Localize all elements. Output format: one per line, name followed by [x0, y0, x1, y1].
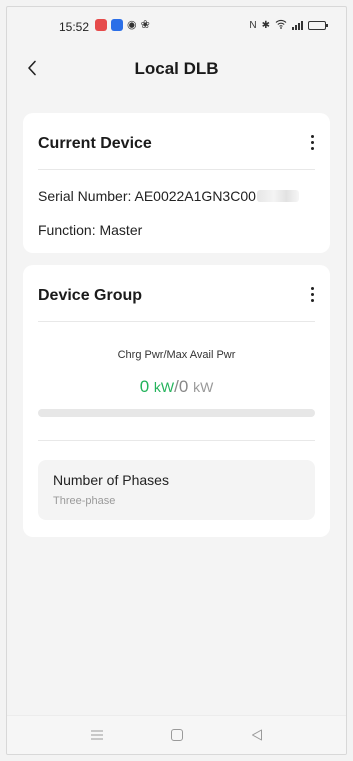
battery-icon: [308, 21, 328, 30]
phases-title: Number of Phases: [53, 472, 169, 488]
wifi-icon: [275, 19, 287, 32]
signal-icon: [292, 21, 303, 30]
more-dot: [310, 134, 314, 138]
charge-power-value: 0: [139, 377, 150, 396]
device-group-title: Device Group: [38, 287, 143, 304]
app-notification-icon: ❀: [140, 19, 150, 31]
serial-number-text: Serial Number: AE0022A1GN3C00: [38, 188, 256, 204]
power-values: 0 kW/0 kW: [23, 377, 330, 397]
home-button[interactable]: [167, 726, 187, 744]
divider: [38, 169, 315, 170]
function-text: Function: Master: [38, 222, 143, 238]
device-group-more-button[interactable]: [304, 283, 320, 305]
power-label: Chrg Pwr/Max Avail Pwr: [117, 349, 236, 361]
power-progress-bar: [38, 409, 315, 417]
status-bar: 15:52 ◉ ❀ N ✱: [7, 7, 346, 47]
more-dot: [310, 298, 314, 302]
page-title: Local DLB: [134, 59, 219, 78]
status-time: 15:52: [59, 20, 90, 34]
system-status-icons: N ✱: [249, 19, 328, 32]
notification-icons: ◉ ❀: [95, 19, 150, 31]
system-nav-bar: [7, 715, 346, 754]
more-dot: [310, 286, 314, 290]
nfc-icon: N: [249, 20, 257, 31]
app-header: Local DLB: [7, 55, 346, 85]
app-notification-icon: ◉: [127, 19, 137, 31]
serial-number-row: Serial Number: AE0022A1GN3C00: [38, 188, 299, 204]
back-triangle-icon: [252, 729, 262, 741]
current-device-more-button[interactable]: [304, 131, 320, 153]
more-dot: [310, 292, 314, 296]
current-device-card: Current Device Serial Number: AE0022A1GN…: [23, 113, 330, 253]
back-nav-button[interactable]: [247, 726, 267, 744]
max-power-value: 0: [178, 377, 189, 396]
max-power-unit: kW: [193, 379, 214, 395]
home-icon: [171, 729, 183, 741]
device-group-card: Device Group Chrg Pwr/Max Avail Pwr 0 kW…: [23, 265, 330, 537]
phone-screen: 15:52 ◉ ❀ N ✱ Local DLB Current Device S…: [6, 6, 347, 755]
bluetooth-icon: ✱: [261, 20, 270, 31]
divider: [38, 321, 315, 322]
app-notification-icon: [95, 19, 107, 31]
number-of-phases-item[interactable]: Number of Phases Three-phase: [38, 460, 315, 520]
more-dot: [310, 140, 314, 144]
menu-button[interactable]: [87, 726, 107, 744]
app-notification-icon: [111, 19, 123, 31]
divider: [38, 440, 315, 441]
phases-value: Three-phase: [53, 495, 116, 507]
menu-icon: [91, 730, 103, 740]
redacted-serial-mask: [256, 190, 299, 202]
more-dot: [310, 146, 314, 150]
current-device-title: Current Device: [38, 135, 152, 152]
charge-power-unit: kW: [153, 379, 175, 395]
